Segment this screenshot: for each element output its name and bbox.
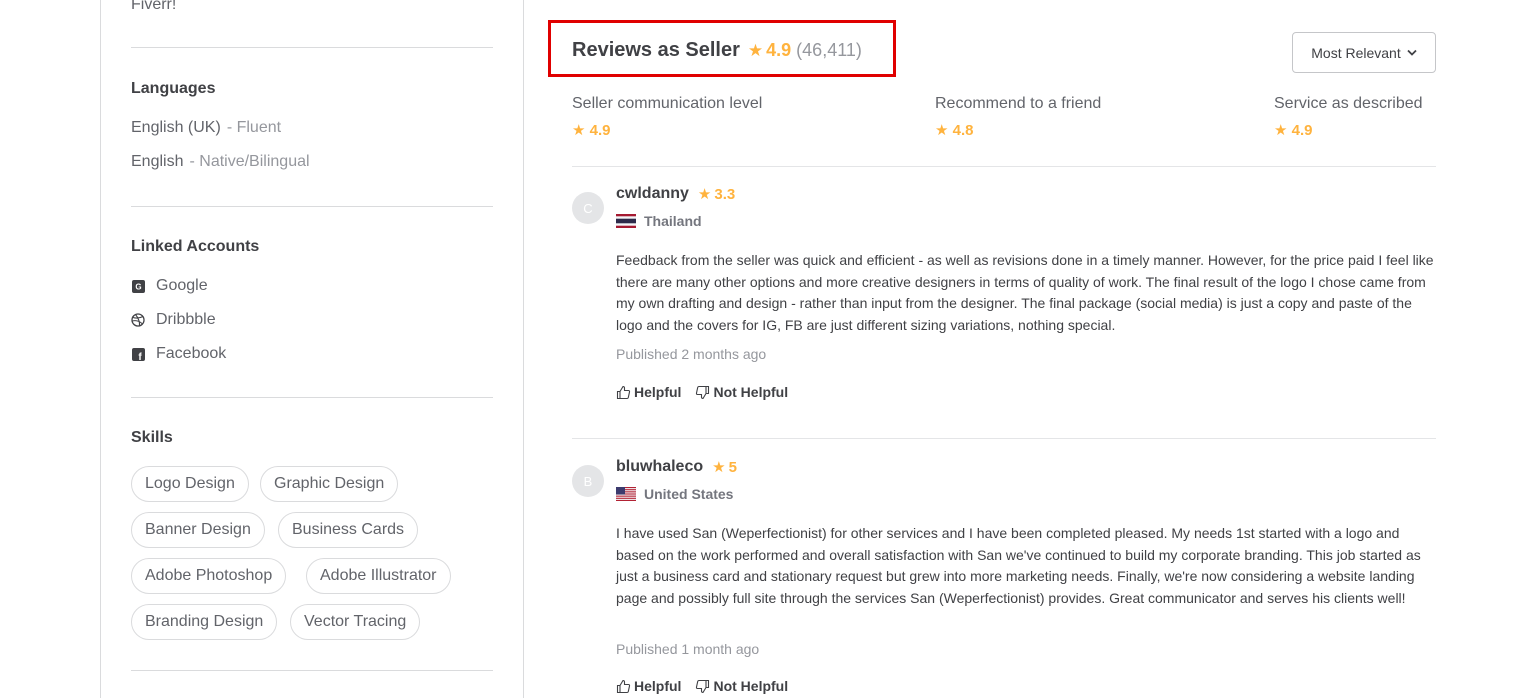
skill-tag[interactable]: Branding Design	[131, 604, 278, 640]
facebook-icon: f	[131, 347, 145, 361]
skill-tag[interactable]: Logo Design	[131, 466, 249, 502]
review-text: I have used San (Weperfectionist) for ot…	[616, 525, 1421, 606]
thumbs-up-icon	[616, 679, 631, 693]
language-item: English - Native/Bilingual	[131, 153, 310, 171]
skill-tag[interactable]: Vector Tracing	[290, 604, 421, 640]
avatar[interactable]: C	[572, 192, 604, 224]
helpful-button[interactable]: Helpful	[616, 678, 681, 694]
sort-selected-label: Most Relevant	[1311, 44, 1401, 61]
star-icon: ★	[747, 40, 764, 60]
not-helpful-label: Not Helpful	[713, 678, 789, 694]
star-icon: ★	[572, 122, 586, 139]
reviews-title: Reviews as Seller	[572, 39, 740, 61]
divider	[572, 438, 1436, 439]
review-published-date: Published 2 months ago	[616, 346, 767, 362]
linked-account-label: Facebook	[156, 345, 227, 362]
chevron-down-icon	[1407, 47, 1417, 59]
language-level: - Fluent	[226, 119, 282, 136]
divider	[131, 206, 493, 207]
reviewer-username[interactable]: cwldanny	[616, 185, 689, 203]
reviewer-country: Thailand	[616, 213, 702, 229]
linked-account-label: Dribbble	[156, 311, 216, 328]
thailand-flag-icon	[616, 214, 636, 228]
not-helpful-button[interactable]: Not Helpful	[695, 678, 788, 694]
country-name: Thailand	[644, 213, 702, 229]
review-published-date: Published 1 month ago	[616, 641, 760, 657]
linked-account-dribbble[interactable]: Dribbble	[131, 311, 216, 329]
star-icon: ★	[697, 186, 712, 203]
star-icon: ★	[712, 459, 726, 476]
thumbs-up-icon	[616, 385, 631, 399]
criteria-rating: ★ 4.9	[572, 121, 762, 139]
divider	[131, 397, 493, 398]
criteria-value: 4.9	[1291, 122, 1313, 139]
svg-text:G: G	[135, 282, 141, 291]
dribbble-icon	[131, 313, 145, 327]
criteria-label: Seller communication level	[572, 95, 763, 112]
criteria-label: Recommend to a friend	[935, 95, 1102, 112]
criteria-recommend: Recommend to a friend ★ 4.8	[935, 95, 1101, 139]
skill-tag[interactable]: Banner Design	[131, 512, 265, 548]
skills-title: Skills	[131, 429, 173, 446]
reviewer-country: United States	[616, 486, 733, 502]
skill-tag[interactable]: Adobe Illustrator	[306, 558, 451, 594]
star-icon: ★	[1274, 122, 1288, 139]
helpful-label: Helpful	[634, 678, 682, 694]
divider	[131, 47, 493, 48]
review-score: 5	[728, 458, 737, 476]
criteria-service: Service as described ★ 4.9	[1274, 95, 1423, 139]
review-actions: Helpful Not Helpful	[616, 384, 788, 400]
google-icon: G	[131, 279, 145, 293]
review-text: Feedback from the seller was quick and e…	[616, 252, 1434, 333]
us-flag-icon	[616, 487, 636, 501]
reviews-count: (46,411)	[796, 40, 862, 60]
language-item: English (UK) - Fluent	[131, 119, 281, 137]
sort-dropdown[interactable]: Most Relevant	[1292, 32, 1436, 73]
thumbs-down-icon	[696, 385, 710, 399]
language-level: - Native/Bilingual	[189, 153, 310, 170]
star-icon: ★	[935, 122, 949, 139]
criteria-label: Service as described	[1274, 95, 1423, 112]
language-name: English	[131, 153, 184, 170]
language-name: English (UK)	[131, 119, 221, 136]
helpful-label: Helpful	[634, 384, 682, 400]
skill-tag[interactable]: Adobe Photoshop	[131, 558, 287, 594]
reviews-header: Reviews as Seller ★ 4.9 (46,411)	[572, 39, 862, 62]
review-score: 3.3	[714, 185, 736, 203]
criteria-rating: ★ 4.9	[1274, 121, 1423, 139]
review-actions: Helpful Not Helpful	[616, 678, 788, 694]
linked-account-google[interactable]: G Google	[131, 277, 208, 295]
linked-account-facebook[interactable]: f Facebook	[131, 345, 226, 363]
divider	[572, 166, 1436, 167]
thumbs-down-icon	[696, 679, 710, 693]
criteria-rating: ★ 4.8	[935, 121, 1101, 139]
overall-rating: 4.9	[766, 40, 792, 60]
review-user: bluwhaleco ★ 5	[616, 458, 737, 476]
seller-description-tail: Fiverr!	[131, 0, 177, 13]
skill-tag[interactable]: Graphic Design	[260, 466, 399, 502]
criteria-value: 4.9	[589, 122, 611, 139]
country-name: United States	[644, 486, 734, 502]
linked-account-label: Google	[156, 277, 208, 294]
not-helpful-button[interactable]: Not Helpful	[695, 384, 788, 400]
reviewer-username[interactable]: bluwhaleco	[616, 458, 703, 476]
criteria-value: 4.8	[952, 122, 974, 139]
avatar[interactable]: B	[572, 465, 604, 497]
criteria-communication: Seller communication level ★ 4.9	[572, 95, 762, 139]
not-helpful-label: Not Helpful	[713, 384, 789, 400]
review-user: cwldanny ★ 3.3	[616, 185, 735, 203]
skill-tag[interactable]: Business Cards	[278, 512, 419, 548]
languages-title: Languages	[131, 80, 216, 97]
divider	[131, 670, 493, 671]
helpful-button[interactable]: Helpful	[616, 384, 681, 400]
linked-accounts-title: Linked Accounts	[131, 238, 260, 255]
